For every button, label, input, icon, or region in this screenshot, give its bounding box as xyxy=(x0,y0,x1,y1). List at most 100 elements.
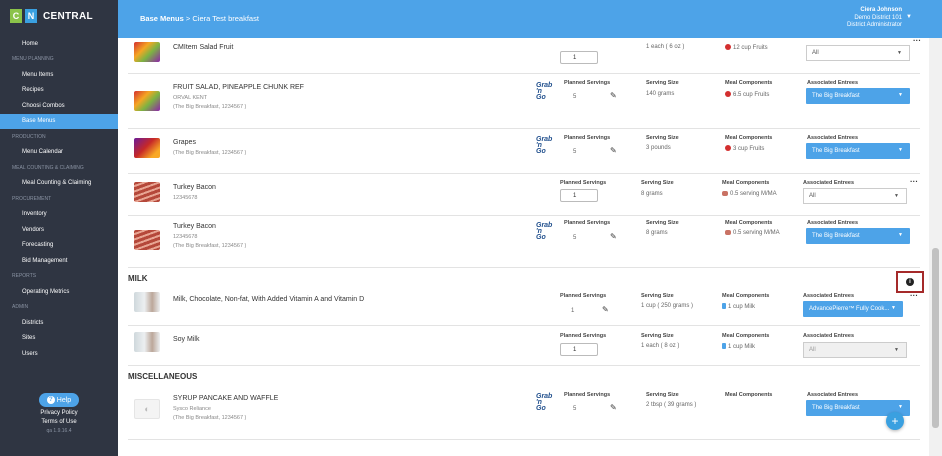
serving-size-label: Serving Size xyxy=(641,333,674,339)
associated-entrees-select[interactable]: All ▼ xyxy=(806,45,910,61)
info-icon: i xyxy=(906,278,914,286)
chevron-down-icon: ▼ xyxy=(898,232,903,238)
meal-components-label: Meal Components xyxy=(722,180,770,186)
associated-entrees-label: Associated Entrees xyxy=(807,220,859,226)
sidebar-item-inventory[interactable]: Inventory xyxy=(0,207,118,223)
sidebar-item-menu-calendar[interactable]: Menu Calendar xyxy=(0,145,118,161)
associated-entrees-value: The Big Breakfast xyxy=(812,93,860,99)
terms-of-use-link[interactable]: Terms of Use xyxy=(0,419,118,425)
content-scrollbar[interactable] xyxy=(929,38,942,456)
planned-servings-input[interactable]: 1 xyxy=(560,189,598,202)
sidebar-section-reports: REPORTS xyxy=(12,273,37,280)
base-menu-content: CMItem Salad Fruit 1 1 each ( 6 oz ) 12 … xyxy=(118,38,929,456)
logo-n: N xyxy=(25,9,37,23)
sidebar-item-menu-items[interactable]: Menu Items xyxy=(0,67,118,83)
list-item: Grapes (The Big Breakfast, 1234567 ) Gra… xyxy=(128,129,920,174)
associated-entrees-value: The Big Breakfast xyxy=(812,148,860,154)
user-menu-chevron-icon[interactable]: ▼ xyxy=(906,14,912,20)
scrollbar-thumb[interactable] xyxy=(932,248,939,428)
associated-entrees-value: All xyxy=(809,347,816,353)
meal-components-label: Meal Components xyxy=(725,135,773,141)
associated-entrees-label: Associated Entrees xyxy=(807,392,859,398)
serving-size-label: Serving Size xyxy=(646,392,679,398)
edit-pencil-icon[interactable]: ✎ xyxy=(610,403,617,412)
grab-n-go-icon: Grab'n Go xyxy=(536,136,552,155)
item-image xyxy=(134,332,160,352)
item-name: SYRUP PANCAKE AND WAFFLE xyxy=(173,395,279,402)
item-entree-ref: (The Big Breakfast, 1234567 ) xyxy=(173,150,247,156)
serving-size-value: 8 grams xyxy=(641,191,663,197)
meal-components-value: 6.5 cup Fruits xyxy=(725,91,769,98)
sidebar-item-meal-counting[interactable]: Meal Counting & Claiming xyxy=(0,176,118,192)
sidebar-item-districts[interactable]: Districts xyxy=(0,315,118,331)
meal-components-text: 6.5 cup Fruits xyxy=(733,92,770,98)
associated-entrees-select[interactable]: AdvancePierre™ Fully Cook... ▼ xyxy=(803,301,903,317)
planned-servings-label: Planned Servings xyxy=(560,293,607,299)
item-image xyxy=(134,138,160,158)
row-menu-dots-icon[interactable]: ··· xyxy=(910,177,918,186)
associated-entrees-value: AdvancePierre™ Fully Cook... xyxy=(809,306,890,312)
sidebar-item-users[interactable]: Users xyxy=(0,346,118,362)
sidebar-item-forecasting[interactable]: Forecasting xyxy=(0,238,118,254)
associated-entrees-value: The Big Breakfast xyxy=(812,405,860,411)
fruit-icon xyxy=(725,91,731,97)
meal-components-label: Meal Components xyxy=(725,220,773,226)
user-role: District Administrator xyxy=(846,22,902,28)
associated-entrees-select[interactable]: The Big Breakfast ▼ xyxy=(806,228,910,244)
sidebar-item-home[interactable]: Home xyxy=(0,36,118,52)
sidebar-item-recipes[interactable]: Recipes xyxy=(0,83,118,99)
associated-entrees-label: Associated Entrees xyxy=(807,135,859,141)
edit-pencil-icon[interactable]: ✎ xyxy=(602,305,609,314)
planned-servings-value: 5 xyxy=(573,406,577,412)
associated-entrees-value: All xyxy=(812,50,819,56)
edit-pencil-icon[interactable]: ✎ xyxy=(610,91,617,100)
planned-servings-input[interactable]: 1 xyxy=(560,343,598,356)
sidebar-item-operating-metrics[interactable]: Operating Metrics xyxy=(0,284,118,300)
grab-n-go-icon: Grab'n Go xyxy=(536,82,552,101)
grab-n-go-label-3: Go xyxy=(536,94,546,101)
sidebar-item-bid-management[interactable]: Bid Management xyxy=(0,253,118,269)
edit-pencil-icon[interactable]: ✎ xyxy=(610,146,617,155)
associated-entrees-select[interactable]: The Big Breakfast ▼ xyxy=(806,143,910,159)
logo-text: CENTRAL xyxy=(43,10,93,22)
serving-size-value: 2 tbsp ( 39 grams ) xyxy=(646,402,697,408)
help-button[interactable]: ? Help xyxy=(38,393,80,407)
associated-entrees-select[interactable]: All ▼ xyxy=(803,188,907,204)
chevron-down-icon: ▼ xyxy=(894,347,899,353)
item-image xyxy=(134,42,160,62)
meal-components-value: 1 cup Milk xyxy=(722,303,755,310)
row-menu-dots-icon[interactable]: ··· xyxy=(913,38,921,45)
list-item: FRUIT SALAD, PINEAPPLE CHUNK REF ORVAL K… xyxy=(128,74,920,129)
planned-servings-label: Planned Servings xyxy=(564,220,611,226)
meat-icon xyxy=(722,191,728,196)
associated-entrees-select[interactable]: All ▼ xyxy=(803,342,907,358)
meat-icon xyxy=(725,230,731,235)
serving-size-label: Serving Size xyxy=(641,180,674,186)
item-code: 12345678 xyxy=(173,234,198,240)
sidebar-item-base-menus[interactable]: Base Menus xyxy=(0,113,118,129)
item-image xyxy=(134,292,160,312)
milk-icon xyxy=(722,343,726,349)
associated-entrees-select[interactable]: The Big Breakfast ▼ xyxy=(806,88,910,104)
item-name: CMItem Salad Fruit xyxy=(173,44,234,51)
row-menu-dots-icon[interactable]: ··· xyxy=(910,291,918,300)
app-logo[interactable]: C N CENTRAL xyxy=(0,0,118,32)
sidebar-item-choosi-combos[interactable]: Choosi Combos xyxy=(0,98,118,114)
serving-size-label: Serving Size xyxy=(646,220,679,226)
planned-servings-input[interactable]: 1 xyxy=(560,51,598,64)
user-menu[interactable]: Ciera Johnson Demo District 101 District… xyxy=(847,7,902,30)
sidebar-section-production: PRODUCTION xyxy=(12,133,46,140)
add-item-fab[interactable]: + xyxy=(886,412,904,430)
edit-pencil-icon[interactable]: ✎ xyxy=(610,232,617,241)
breadcrumb-root[interactable]: Base Menus xyxy=(140,14,184,23)
sidebar-item-vendors[interactable]: Vendors xyxy=(0,222,118,238)
user-name: Ciera Johnson xyxy=(860,7,902,13)
logo-c: C xyxy=(10,9,22,23)
meal-components-label: Meal Components xyxy=(722,333,770,339)
sidebar-item-sites[interactable]: Sites xyxy=(0,331,118,347)
planned-servings-value: 5 xyxy=(573,149,577,155)
camera-icon: ◐ xyxy=(144,404,150,414)
privacy-policy-link[interactable]: Privacy Policy xyxy=(0,410,118,416)
fruit-icon xyxy=(725,44,731,50)
list-item: Turkey Bacon 12345678 (The Big Breakfast… xyxy=(128,216,920,268)
